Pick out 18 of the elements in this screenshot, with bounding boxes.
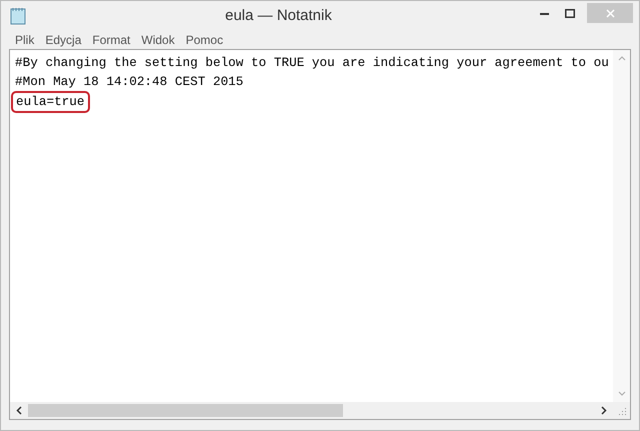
menu-item[interactable]: Widok xyxy=(141,31,175,49)
minimize-icon xyxy=(540,12,548,14)
maximize-icon xyxy=(565,8,575,18)
notepad-icon xyxy=(10,7,26,25)
scroll-right-icon[interactable] xyxy=(601,406,607,415)
scroll-down-icon[interactable] xyxy=(618,391,626,396)
close-icon xyxy=(606,8,614,18)
window-title: eula — Notatnik xyxy=(225,6,332,26)
text-line: #By changing the setting below to TRUE you are indicating your agreement to ou xyxy=(15,55,609,70)
menu-item[interactable]: Plik xyxy=(15,31,34,49)
menu-item[interactable]: Edycja xyxy=(45,31,82,49)
scroll-left-icon[interactable] xyxy=(16,406,22,415)
scroll-up-icon[interactable] xyxy=(618,56,626,61)
vertical-scrollbar[interactable] xyxy=(613,50,630,402)
menu-item[interactable]: Format xyxy=(92,31,130,49)
scrollbar-thumb[interactable] xyxy=(28,404,343,417)
text-line: #Mon May 18 14:02:48 CEST 2015 xyxy=(15,74,244,89)
menu-item[interactable]: Pomoc xyxy=(186,31,224,49)
